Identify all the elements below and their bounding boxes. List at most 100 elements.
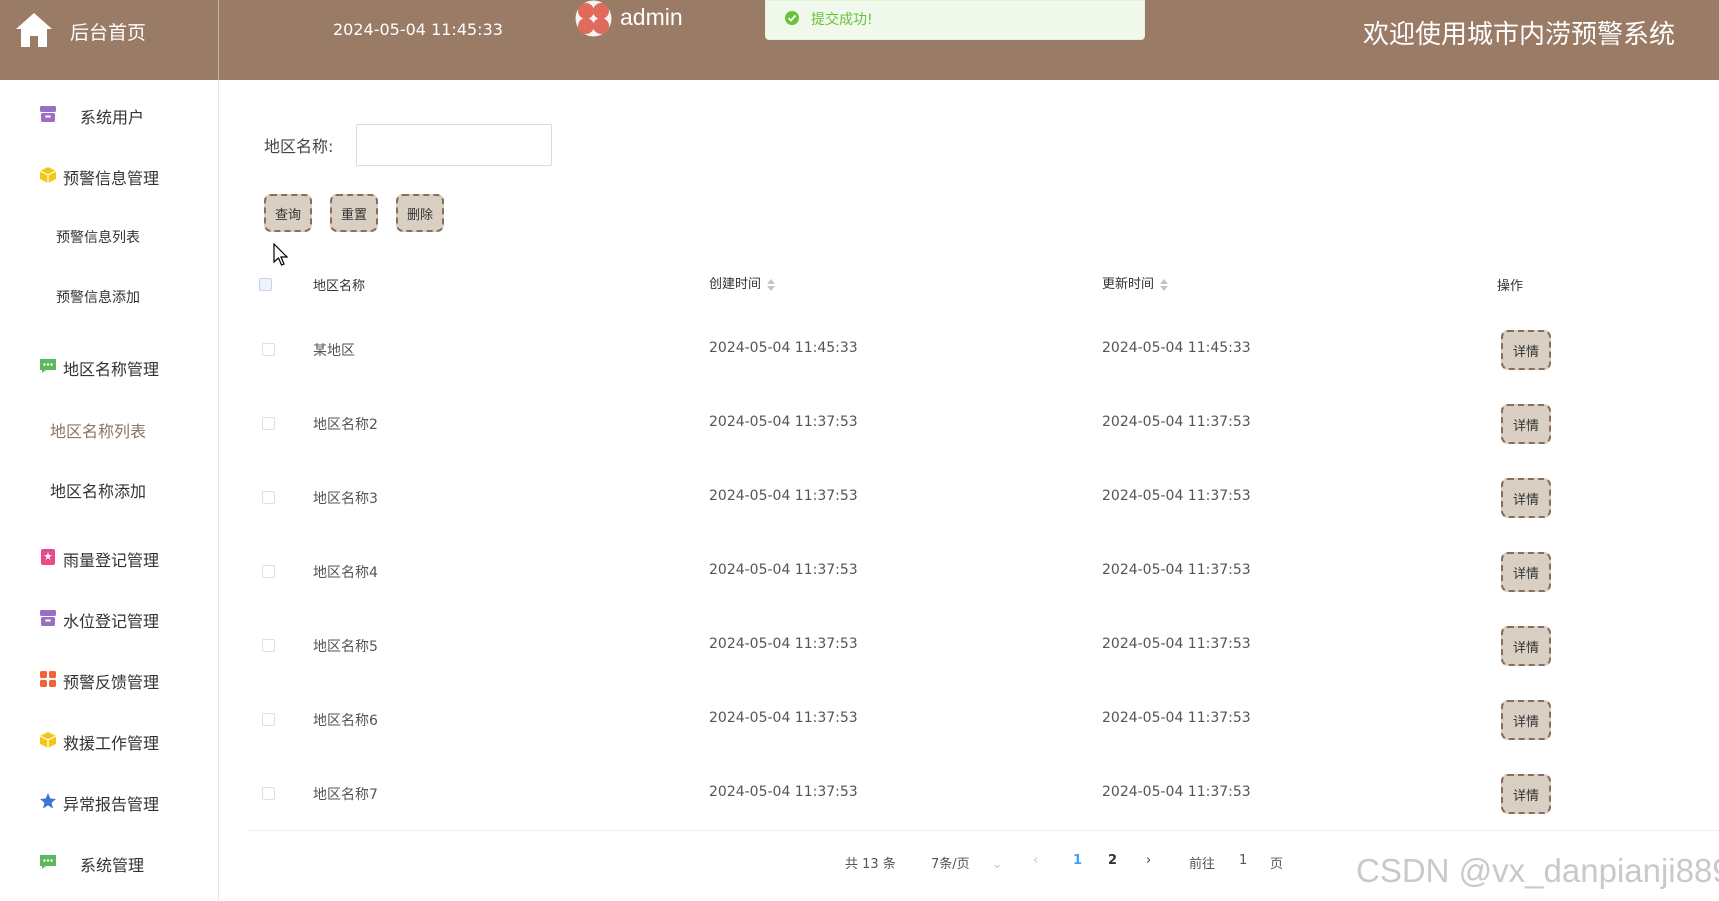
cell-region-name: 地区名称5 [313,639,378,655]
cube-icon [39,167,57,183]
goto-page-input[interactable]: 1 [1239,853,1247,868]
sidebar-item-label: 系统管理 [80,856,145,875]
sidebar-item-system-users[interactable]: 系统用户 [0,94,219,134]
sidebar-item-label: 预警信息列表 [56,230,140,246]
row-checkbox[interactable] [262,417,275,430]
sidebar-item-region-list[interactable]: 地区名称列表 [0,408,219,448]
prev-page-chevron-left-icon[interactable]: ‹ [1033,853,1038,868]
sidebar-item-label: 预警反馈管理 [63,673,160,692]
column-header-updated[interactable]: 更新时间 [1102,273,1169,292]
mouse-cursor-icon [273,243,289,266]
sidebar-item-warning-info[interactable]: 预警信息管理 [0,155,219,195]
page-number[interactable]: 2 [1108,853,1117,868]
delete-button[interactable]: 删除 [396,194,444,232]
column-header-name: 地区名称 [313,279,366,294]
region-name-input[interactable] [356,124,552,166]
sidebar-item-system-admin[interactable]: 系统管理 [0,842,219,882]
cell-updated-time: 2024-05-04 11:45:33 [1102,340,1251,356]
cell-region-name: 地区名称6 [313,713,378,729]
sidebar-item-anomaly-report[interactable]: 异常报告管理 [0,781,219,821]
detail-button[interactable]: 详情 [1501,552,1551,592]
sidebar-item-label: 地区名称管理 [63,360,160,379]
sidebar-item-warning-feedback[interactable]: 预警反馈管理 [0,659,219,699]
table-row: 地区名称6 2024-05-04 11:37:53 2024-05-04 11:… [248,682,1719,756]
sidebar-item-label: 救援工作管理 [63,734,160,753]
archive-icon [40,610,56,626]
watermark-text: CSDN @vx_danpianji889 [1356,852,1719,889]
star-icon [40,793,56,809]
cell-created-time: 2024-05-04 11:37:53 [709,784,858,800]
page-size-select[interactable]: 7条/页 ⌄ [931,853,1003,872]
sidebar-item-water-level[interactable]: 水位登记管理 [0,598,219,638]
column-header-actions: 操作 [1497,279,1524,294]
table-bottom-border [248,830,1719,831]
chevron-down-icon: ⌄ [991,857,1003,872]
goto-prefix: 前往 [1189,857,1216,872]
query-button[interactable]: 查询 [264,194,312,232]
cell-region-name: 地区名称2 [313,417,378,433]
row-checkbox[interactable] [262,491,275,504]
table-row: 地区名称4 2024-05-04 11:37:53 2024-05-04 11:… [248,534,1719,608]
pagination-total: 共 13 条 [845,857,896,872]
row-checkbox[interactable] [262,639,275,652]
cell-updated-time: 2024-05-04 11:37:53 [1102,414,1251,430]
home-link[interactable]: 后台首页 [0,0,219,80]
sidebar-item-label: 水位登记管理 [63,612,160,631]
select-all-checkbox[interactable] [259,278,272,291]
cell-region-name: 地区名称3 [313,491,378,507]
detail-button[interactable]: 详情 [1501,626,1551,666]
sidebar-item-warning-list[interactable]: 预警信息列表 [0,217,219,257]
grid-icon [40,671,56,687]
sort-caret-icon[interactable] [767,278,776,291]
detail-button[interactable]: 详情 [1501,404,1551,444]
row-checkbox[interactable] [262,713,275,726]
cell-updated-time: 2024-05-04 11:37:53 [1102,562,1251,578]
cell-created-time: 2024-05-04 11:37:53 [709,414,858,430]
sidebar-item-region-add[interactable]: 地区名称添加 [0,468,219,508]
detail-button[interactable]: 详情 [1501,774,1551,814]
avatar[interactable] [575,0,612,37]
sidebar-item-label: 地区名称添加 [50,482,147,501]
cell-updated-time: 2024-05-04 11:37:53 [1102,784,1251,800]
home-label: 后台首页 [70,22,147,44]
toast-message: 提交成功! [811,12,873,28]
table-row: 地区名称3 2024-05-04 11:37:53 2024-05-04 11:… [248,460,1719,534]
cell-region-name: 某地区 [313,343,355,359]
sidebar-item-rescue[interactable]: 救援工作管理 [0,720,219,760]
sidebar-item-label: 雨量登记管理 [63,551,160,570]
sidebar-item-label: 地区名称列表 [50,422,147,441]
cell-created-time: 2024-05-04 11:37:53 [709,562,858,578]
table-row: 某地区 2024-05-04 11:45:33 2024-05-04 11:45… [248,312,1719,386]
cell-created-time: 2024-05-04 11:45:33 [709,340,858,356]
system-title: 欢迎使用城市内涝预警系统 [1362,20,1675,50]
username[interactable]: admin [620,4,683,31]
current-datetime: 2024-05-04 11:45:33 [333,20,503,39]
sidebar: 系统用户 预警信息管理 预警信息列表 预警信息添加 地区名称管理 地区名称列表 … [0,80,219,901]
top-header: 后台首页 2024-05-04 11:45:33 admin 提交成功! 欢迎使… [0,0,1719,80]
table-row: 地区名称7 2024-05-04 11:37:53 2024-05-04 11:… [248,756,1719,830]
reset-button[interactable]: 重置 [330,194,378,232]
sidebar-item-rainfall[interactable]: 雨量登记管理 [0,537,219,577]
ticket-icon [41,549,55,565]
next-page-chevron-right-icon[interactable]: › [1146,853,1151,868]
sort-caret-icon[interactable] [1160,278,1169,291]
check-circle-icon [785,11,799,25]
row-checkbox[interactable] [262,565,275,578]
message-icon [40,855,56,869]
column-header-created[interactable]: 创建时间 [709,273,776,292]
detail-button[interactable]: 详情 [1501,700,1551,740]
column-header-created-label: 创建时间 [709,277,762,292]
cell-updated-time: 2024-05-04 11:37:53 [1102,710,1251,726]
row-checkbox[interactable] [262,787,275,800]
detail-button[interactable]: 详情 [1501,330,1551,370]
sidebar-item-region-name[interactable]: 地区名称管理 [0,346,219,386]
page-number-current[interactable]: 1 [1073,853,1082,868]
cell-created-time: 2024-05-04 11:37:53 [709,636,858,652]
archive-icon [40,106,56,122]
sidebar-item-label: 预警信息管理 [63,169,160,188]
table-row: 地区名称2 2024-05-04 11:37:53 2024-05-04 11:… [248,386,1719,460]
detail-button[interactable]: 详情 [1501,478,1551,518]
message-icon [40,359,56,373]
sidebar-item-warning-add[interactable]: 预警信息添加 [0,277,219,317]
row-checkbox[interactable] [262,343,275,356]
